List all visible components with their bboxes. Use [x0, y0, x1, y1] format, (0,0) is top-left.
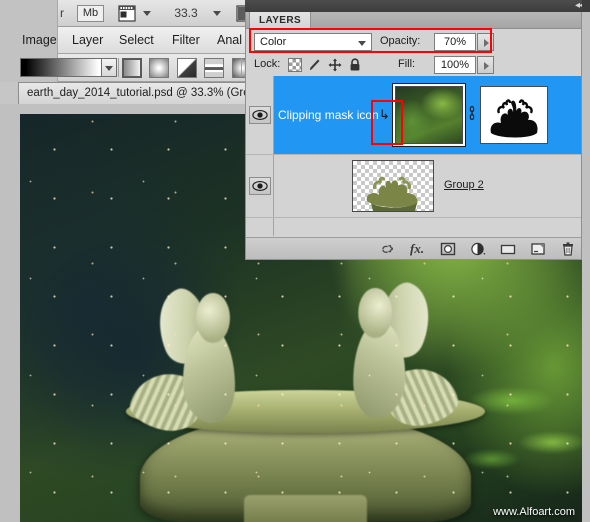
layer-name-label[interactable]: Clipping mask icon — [278, 108, 379, 122]
tab-layers[interactable]: LAYERS — [249, 12, 312, 29]
panel-topbar-right-filler — [582, 0, 590, 12]
layer-style-fx-icon[interactable]: fx. — [410, 241, 426, 257]
layers-panel: LAYERS Color Opacity: 70% Lock: Fill: 10… — [245, 12, 582, 260]
lock-position-icon[interactable] — [328, 58, 342, 72]
table-row[interactable]: Clipping mask icon ↳ — [246, 76, 581, 154]
blend-mode-value: Color — [260, 36, 287, 48]
photoshop-application: r Mb 33.3 Image Layer Select Filter Anal… — [0, 0, 590, 522]
eye-icon — [252, 109, 268, 121]
fill-input[interactable]: 100% — [434, 56, 476, 74]
lock-label: Lock: — [254, 58, 281, 70]
reflected-gradient-button[interactable] — [204, 58, 225, 78]
layer-list: Clipping mask icon ↳ Group 2 — [246, 76, 581, 236]
lock-transparent-pixels-icon[interactable] — [288, 58, 302, 72]
layer-visibility-toggle[interactable] — [249, 177, 271, 195]
opacity-stepper-triangle-right-icon[interactable] — [477, 33, 494, 51]
blend-mode-select[interactable]: Color — [254, 33, 372, 51]
angle-gradient-button[interactable] — [176, 58, 197, 78]
menu-item-analysis[interactable]: Anal — [217, 33, 242, 47]
gradient-preset-chevron-down-icon[interactable] — [101, 58, 117, 77]
fountain-group-thumbnail-art — [366, 176, 418, 211]
memory-usage-badge[interactable]: Mb — [77, 5, 104, 22]
document-sizes-chevron-down-icon[interactable] — [143, 11, 151, 16]
menu-item-select[interactable]: Select — [119, 33, 154, 47]
linear-gradient-button[interactable] — [122, 58, 142, 78]
menu-item-filter[interactable]: Filter — [172, 33, 200, 47]
document-sizes-icon[interactable] — [118, 5, 137, 23]
new-adjustment-layer-icon[interactable] — [470, 241, 486, 257]
new-layer-icon[interactable] — [530, 241, 546, 257]
blend-mode-row: Color Opacity: 70% — [246, 29, 581, 54]
document-tab[interactable]: earth_day_2014_tutorial.psd @ 33.3% (Gro… — [18, 82, 266, 104]
link-mask-icon[interactable] — [468, 106, 476, 120]
watermark-text: www.Alfoart.com — [493, 506, 575, 518]
lock-image-pixels-icon[interactable] — [308, 58, 322, 72]
layer-thumbnail[interactable] — [395, 86, 463, 144]
lock-row: Lock: Fill: 100% — [246, 54, 581, 76]
options-fragment-label: r — [60, 6, 64, 20]
splash-mask-shape-icon — [490, 99, 538, 138]
layer-visibility-toggle[interactable] — [249, 106, 271, 124]
panel-tab-strip: LAYERS — [246, 12, 581, 29]
panel-right-filler — [582, 12, 590, 260]
clipping-mask-arrow-icon[interactable]: ↳ — [379, 108, 390, 121]
eye-icon — [252, 180, 268, 192]
row-divider-2 — [246, 217, 581, 218]
menu-item-layer[interactable]: Layer — [72, 33, 103, 47]
gradient-type-group — [122, 58, 255, 78]
toolbar-left-gap — [0, 0, 58, 27]
add-layer-mask-icon[interactable] — [440, 241, 456, 257]
toolbar-divider-2 — [241, 58, 242, 77]
screenshot-root: r Mb 33.3 Image Layer Select Filter Anal… — [0, 0, 590, 522]
gradient-preset-swatch[interactable] — [20, 58, 102, 77]
blend-mode-chevron-down-icon[interactable] — [358, 41, 366, 46]
new-group-icon[interactable] — [500, 241, 516, 257]
layers-panel-footer: fx. — [246, 237, 581, 259]
zoom-level-value[interactable]: 33.3 — [165, 6, 207, 20]
layer-mask-thumbnail[interactable] — [480, 86, 548, 144]
layer-thumbnail[interactable] — [352, 160, 434, 212]
layer-name-label[interactable]: Group 2 — [444, 179, 484, 191]
opacity-input[interactable]: 70% — [434, 33, 476, 51]
zoom-chevron-down-icon[interactable] — [213, 11, 221, 16]
radial-gradient-button[interactable] — [149, 58, 170, 78]
link-layers-icon[interactable] — [380, 241, 396, 257]
delete-layer-icon[interactable] — [560, 241, 576, 257]
toolbar-divider — [118, 58, 119, 77]
fill-stepper-triangle-right-icon[interactable] — [477, 56, 494, 74]
menu-item-image[interactable]: Image — [22, 33, 57, 47]
lock-all-icon[interactable] — [348, 58, 362, 72]
opacity-label: Opacity: — [380, 35, 421, 47]
table-row[interactable]: Group 2 — [246, 155, 581, 217]
fill-label: Fill: — [398, 58, 416, 70]
panel-title-bar: ◂◂ — [245, 0, 590, 12]
